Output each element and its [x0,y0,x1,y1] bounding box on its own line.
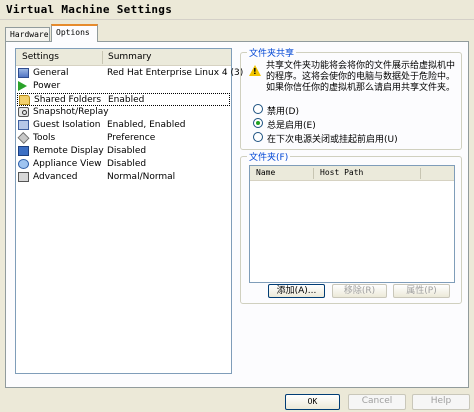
folder-icon [19,95,30,105]
guest-isolation-icon [18,120,29,130]
setting-summary: Red Hat Enterprise Linux 4 (3) [107,68,244,78]
settings-row-advanced[interactable]: Advanced Normal/Normal [17,171,230,184]
name-column-header[interactable]: Name [256,168,275,177]
power-icon [18,81,27,91]
setting-name: Remote Display [33,146,104,156]
advanced-icon [18,172,29,182]
summary-column-header[interactable]: Summary [108,52,152,62]
settings-row-appliance-view[interactable]: Appliance View Disabled [17,158,230,171]
setting-summary: Normal/Normal [107,172,176,182]
folder-sharing-group: 文件夹共享 ! 共享文件夹功能将会将你的文件展示给虚拟机中的程序。这将会使你的电… [240,46,462,150]
setting-name: Snapshot/Replay [33,107,109,117]
snapshot-icon [18,107,29,117]
appliance-view-icon [18,159,29,169]
title-bar: Virtual Machine Settings [0,0,474,20]
add-folder-button[interactable]: 添加(A)... [268,284,325,298]
cancel-button[interactable]: Cancel [348,394,406,410]
setting-name: Guest Isolation [33,120,101,130]
setting-summary: Disabled [107,159,147,169]
folder-properties-button[interactable]: 属性(P) [393,284,450,298]
setting-name: Power [33,81,61,91]
column-divider[interactable] [313,168,314,179]
radio-button[interactable] [253,104,263,114]
settings-column-header[interactable]: Settings [22,52,59,62]
radio-button-selected[interactable] [253,118,263,128]
remote-display-icon [18,146,29,156]
column-divider[interactable] [102,51,103,64]
window-title: Virtual Machine Settings [6,3,173,16]
setting-summary: Disabled [107,146,147,156]
settings-row-general[interactable]: General Red Hat Enterprise Linux 4 (3) [17,67,243,80]
setting-name: Tools [33,133,56,143]
settings-row-shared-folders[interactable]: Shared Folders Enabled [17,93,230,106]
setting-summary: Enabled [108,95,145,105]
folders-table-header: Name Host Path [250,166,454,181]
setting-summary: Preference [107,133,156,143]
radio-label: 禁用(D) [267,107,299,117]
general-icon [18,68,29,78]
radio-label: 在下次电源关闭或挂起前启用(U) [267,135,398,145]
folders-title: 文件夹(F) [247,150,291,163]
sharing-warning-text: 共享文件夹功能将会将你的文件展示给虚拟机中的程序。这将会使你的电脑与数据处于危险… [266,61,456,93]
host-path-column-header[interactable]: Host Path [320,168,363,177]
setting-name: Appliance View [33,159,102,169]
settings-row-tools[interactable]: Tools Preference [17,132,230,145]
tab-options[interactable]: Options [51,24,98,42]
folder-sharing-title: 文件夹共享 [247,46,297,59]
settings-row-snapshot-replay[interactable]: Snapshot/Replay [17,106,230,119]
ok-button[interactable]: OK [285,394,340,410]
setting-name: Advanced [33,172,78,182]
settings-list-header: Settings Summary [16,49,231,66]
radio-label: 总是启用(E) [267,121,316,131]
radio-button[interactable] [253,132,263,142]
column-divider[interactable] [420,168,421,179]
settings-row-remote-display[interactable]: Remote Display Disabled [17,145,230,158]
warning-mark: ! [253,67,257,76]
setting-name: General [33,68,69,78]
help-button[interactable]: Help [412,394,470,410]
shared-folders-table[interactable]: Name Host Path [249,165,455,283]
tools-icon [17,132,30,144]
remove-folder-button[interactable]: 移除(R) [332,284,387,298]
setting-name: Shared Folders [34,95,102,105]
settings-row-guest-isolation[interactable]: Guest Isolation Enabled, Enabled [17,119,230,132]
settings-list[interactable]: Settings Summary General Red Hat Enterpr… [15,48,243,374]
settings-row-power[interactable]: Power [17,80,230,93]
tab-hardware[interactable]: Hardware [5,27,50,42]
folders-group: 文件夹(F) Name Host Path [240,150,462,304]
setting-summary: Enabled, Enabled [107,120,186,130]
